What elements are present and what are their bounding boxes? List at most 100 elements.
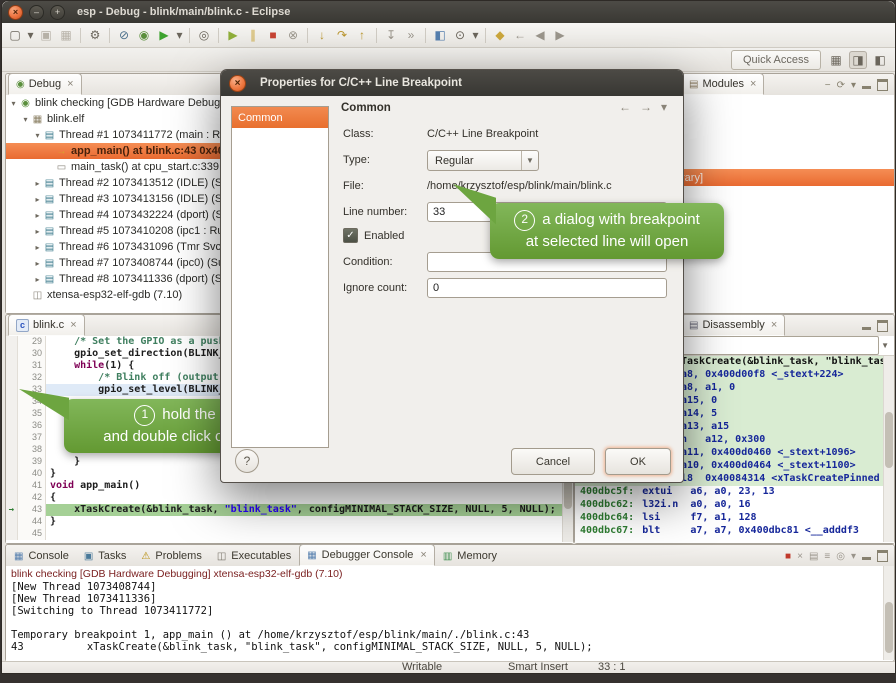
step-over-icon[interactable]: ↷ <box>333 26 351 44</box>
tab-blink-c[interactable]: c blink.c × <box>8 314 85 336</box>
scrollbar-thumb[interactable] <box>885 412 893 468</box>
forward-icon[interactable]: → <box>640 100 652 114</box>
new-wizard-icon[interactable]: ▢ <box>6 26 24 44</box>
skip-breakpoints-icon[interactable]: ⊘ <box>115 26 133 44</box>
line-number[interactable]: 40 <box>18 468 46 480</box>
debug-tree-row[interactable]: ▾▦blink.elf <box>6 111 221 127</box>
step-return-icon[interactable]: ↑ <box>353 26 371 44</box>
enabled-checkbox-row[interactable]: ✓ Enabled <box>343 228 404 243</box>
minimize-icon[interactable] <box>862 327 871 330</box>
cpp-perspective-icon[interactable]: ◧ <box>871 51 889 69</box>
debug-tree-row[interactable]: ▭main_task() at cpu_start.c:339 0x4 <box>6 159 221 175</box>
pin-console-icon[interactable]: ◎ <box>836 551 845 562</box>
expander-icon[interactable]: ▸ <box>32 243 43 252</box>
editor-line[interactable]: →43 xTaskCreate(&blink_task, "blink_task… <box>6 504 573 516</box>
resume-icon[interactable]: ▶ <box>224 26 242 44</box>
tab-modules[interactable]: ▤ Modules × <box>681 73 764 95</box>
expander-icon[interactable]: ▸ <box>32 179 43 188</box>
line-number[interactable]: 31 <box>18 360 46 372</box>
new-c-file-icon[interactable]: ◧ <box>431 26 449 44</box>
display-selected-icon[interactable]: ▾ <box>851 551 856 562</box>
tab-disassembly[interactable]: ▤ Disassembly × <box>681 314 785 336</box>
window-maximize-icon[interactable]: + <box>50 5 65 20</box>
quick-access-button[interactable]: Quick Access <box>731 50 821 70</box>
line-number[interactable]: 36 <box>18 420 46 432</box>
tab-console[interactable]: ▦Console <box>7 546 76 566</box>
debug-tree-row[interactable]: ▾◉blink checking [GDB Hardware Debug <box>6 95 221 111</box>
editor-line[interactable]: 42{ <box>6 492 573 504</box>
line-number[interactable]: 43 <box>18 504 46 516</box>
new-menu-icon[interactable]: ▾ <box>26 26 35 44</box>
back-icon[interactable]: ← <box>619 100 631 114</box>
editor-line[interactable]: 45 <box>6 528 573 540</box>
close-icon[interactable]: × <box>750 78 756 90</box>
maximize-icon[interactable] <box>877 550 888 562</box>
run-icon[interactable]: ▶ <box>155 26 173 44</box>
close-icon[interactable]: × <box>420 549 426 561</box>
search-icon[interactable]: ⊙ <box>451 26 469 44</box>
view-menu-icon[interactable]: ▾ <box>661 100 667 114</box>
step-into-icon[interactable]: ↓ <box>313 26 331 44</box>
expander-icon[interactable]: ▸ <box>32 227 43 236</box>
dialog-close-icon[interactable]: × <box>229 75 246 92</box>
forward-icon[interactable]: ▶ <box>551 26 569 44</box>
run-menu-icon[interactable]: ▾ <box>175 26 184 44</box>
expander-icon[interactable]: ▸ <box>32 275 43 284</box>
drop-to-frame-icon[interactable]: ↧ <box>382 26 400 44</box>
minimize-icon[interactable] <box>862 86 871 89</box>
line-number[interactable]: 38 <box>18 444 46 456</box>
bookmark-icon[interactable]: ◆ <box>491 26 509 44</box>
debug-tree-row[interactable]: ▸▤Thread #4 1073432224 (dport) (Sus <box>6 207 221 223</box>
scrollbar-thumb[interactable] <box>885 602 893 654</box>
debug-perspective-icon[interactable]: ◨ <box>849 51 867 69</box>
debug-tree-row[interactable]: ▾▤Thread #1 1073411772 (main : Runn <box>6 127 221 143</box>
close-icon[interactable]: × <box>67 78 73 90</box>
window-close-icon[interactable]: × <box>8 5 23 20</box>
tab-executables[interactable]: ◫Executables <box>210 546 298 566</box>
line-number[interactable]: 39 <box>18 456 46 468</box>
disassembly-row[interactable]: 400dbc67:blt a7, a7, 0x400dbc81 <__adddf… <box>575 525 894 538</box>
tab-problems[interactable]: ⚠Problems <box>134 546 208 566</box>
disassembly-row[interactable]: 400dbc64:lsi f7, a1, 128 <box>575 512 894 525</box>
debug-tree-row[interactable]: ▸▤Thread #6 1073431096 (Tmr Svc) (S <box>6 239 221 255</box>
collapse-all-icon[interactable]: − <box>825 80 831 91</box>
expander-icon[interactable]: ▸ <box>32 195 43 204</box>
debug-tree-row[interactable]: ▸▤Thread #8 1073411336 (dport) (Sus <box>6 271 221 287</box>
window-titlebar[interactable]: × – + esp - Debug - blink/main/blink.c -… <box>2 1 895 23</box>
debug-tree-row[interactable]: ▸▤Thread #7 1073408744 (ipc0) (Susp <box>6 255 221 271</box>
close-icon[interactable]: × <box>771 319 777 331</box>
clear-console-icon[interactable]: ▤ <box>809 551 818 562</box>
chevron-down-icon[interactable]: ▼ <box>881 341 894 350</box>
maximize-icon[interactable] <box>877 79 888 91</box>
disassembly-scrollbar[interactable] <box>883 356 894 542</box>
last-edit-icon[interactable]: ← <box>511 26 529 44</box>
tab-tasks[interactable]: ▣Tasks <box>77 546 134 566</box>
line-number[interactable]: 41 <box>18 480 46 492</box>
save-all-icon[interactable]: ▦ <box>57 26 75 44</box>
minimize-icon[interactable] <box>862 557 871 560</box>
debug-tree-row[interactable]: ▸▤Thread #3 1073413156 (IDLE) (Susp <box>6 191 221 207</box>
line-number[interactable]: 29 <box>18 336 46 348</box>
instruction-stepping-icon[interactable]: » <box>402 26 420 44</box>
debug-tree-row[interactable]: ▸▤Thread #2 1073413512 (IDLE) (Susp <box>6 175 221 191</box>
refresh-icon[interactable]: ⟳ <box>837 80 845 91</box>
disassembly-row[interactable]: 400dbc62:l32i.n a0, a0, 16 <box>575 499 894 512</box>
expander-icon[interactable]: ▾ <box>32 131 43 140</box>
profile-icon[interactable]: ◎ <box>195 26 213 44</box>
line-number[interactable]: 32 <box>18 372 46 384</box>
console-scrollbar[interactable] <box>883 566 894 660</box>
remove-launch-icon[interactable]: × <box>797 551 803 562</box>
maximize-icon[interactable] <box>877 320 888 332</box>
expander-icon[interactable]: ▸ <box>32 259 43 268</box>
line-number[interactable]: 44 <box>18 516 46 528</box>
help-button[interactable]: ? <box>235 449 259 473</box>
cancel-button[interactable]: Cancel <box>511 448 595 475</box>
terminate-icon[interactable]: ■ <box>785 551 791 562</box>
enabled-checkbox[interactable]: ✓ <box>343 228 358 243</box>
save-icon[interactable]: ▣ <box>37 26 55 44</box>
tab-debugger-console[interactable]: ▦Debugger Console× <box>299 544 435 566</box>
editor-line[interactable]: 44} <box>6 516 573 528</box>
tab-debug[interactable]: ◉ Debug × <box>8 73 82 95</box>
scroll-lock-icon[interactable]: ≡ <box>824 551 830 562</box>
expander-icon[interactable]: ▾ <box>20 115 31 124</box>
